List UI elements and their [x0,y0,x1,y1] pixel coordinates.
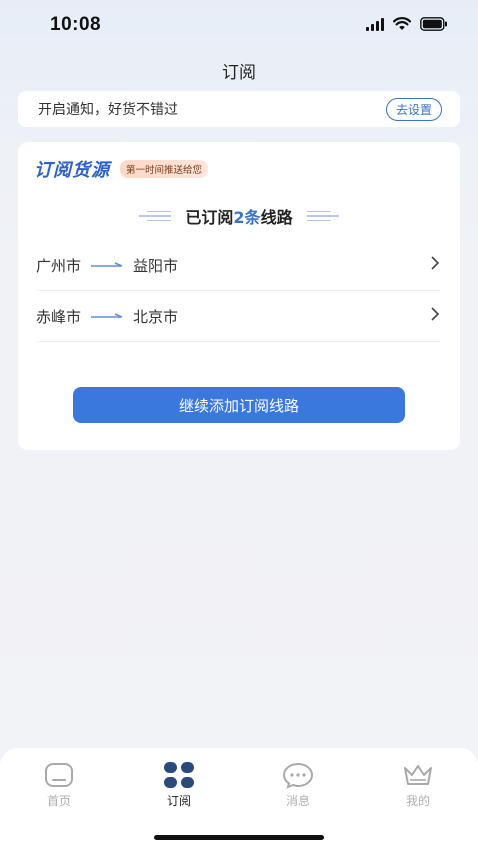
summary-text: 已订阅 2条 线路 [185,204,292,228]
route-row[interactable]: 广州市 益阳市 [36,240,440,291]
message-icon [282,760,314,790]
route-destination: 益阳市 [133,256,179,275]
tab-subscribe-label: 订阅 [166,794,191,808]
subscription-summary: 已订阅 2条 线路 [18,204,460,228]
tab-messages[interactable]: 消息 [268,760,328,809]
home-indicator [154,835,324,840]
route-arrow-icon [91,312,123,320]
cellular-signal-icon [366,17,384,31]
card-brand-title: 订阅货源 [34,160,110,181]
home-icon [44,760,74,790]
status-bar: 10:08 [0,0,478,52]
status-time: 10:08 [50,14,102,35]
route-origin: 赤峰市 [36,307,82,326]
notification-banner: 开启通知，好货不错过 去设置 [18,91,460,127]
tab-home[interactable]: 首页 [29,760,89,809]
summary-count: 2条 [233,208,261,227]
add-subscription-route-button[interactable]: 继续添加订阅线路 [73,387,405,423]
tab-subscribe[interactable]: 订阅 [149,760,209,809]
chevron-right-icon [430,255,440,276]
page-title: 订阅 [222,63,256,83]
right-decoration [306,210,339,222]
tab-mine[interactable]: 我的 [388,760,448,809]
summary-prefix: 已订阅 [185,208,234,227]
summary-suffix: 线路 [260,208,293,227]
go-settings-button[interactable]: 去设置 [385,97,442,121]
chevron-right-icon [430,306,440,327]
left-decoration [139,210,172,222]
subscribe-icon [163,760,195,790]
tab-mine-label: 我的 [405,794,430,808]
notification-text: 开启通知，好货不错过 [38,102,178,118]
status-icons [366,17,448,31]
subscription-card: 订阅货源 第一时间推送给您 已订阅 2条 线路 广州市 益阳市 赤峰市 北京市 [18,142,460,450]
route-row[interactable]: 赤峰市 北京市 [36,291,440,342]
battery-icon [420,17,448,31]
crown-icon [402,760,434,790]
route-arrow-icon [91,261,123,269]
route-destination: 北京市 [133,307,179,326]
wifi-icon [393,17,411,31]
tab-messages-label: 消息 [285,794,310,808]
tab-home-label: 首页 [46,794,71,808]
route-origin: 广州市 [36,256,82,275]
card-header: 订阅货源 第一时间推送给您 [34,156,209,182]
card-tag: 第一时间推送给您 [120,160,209,178]
